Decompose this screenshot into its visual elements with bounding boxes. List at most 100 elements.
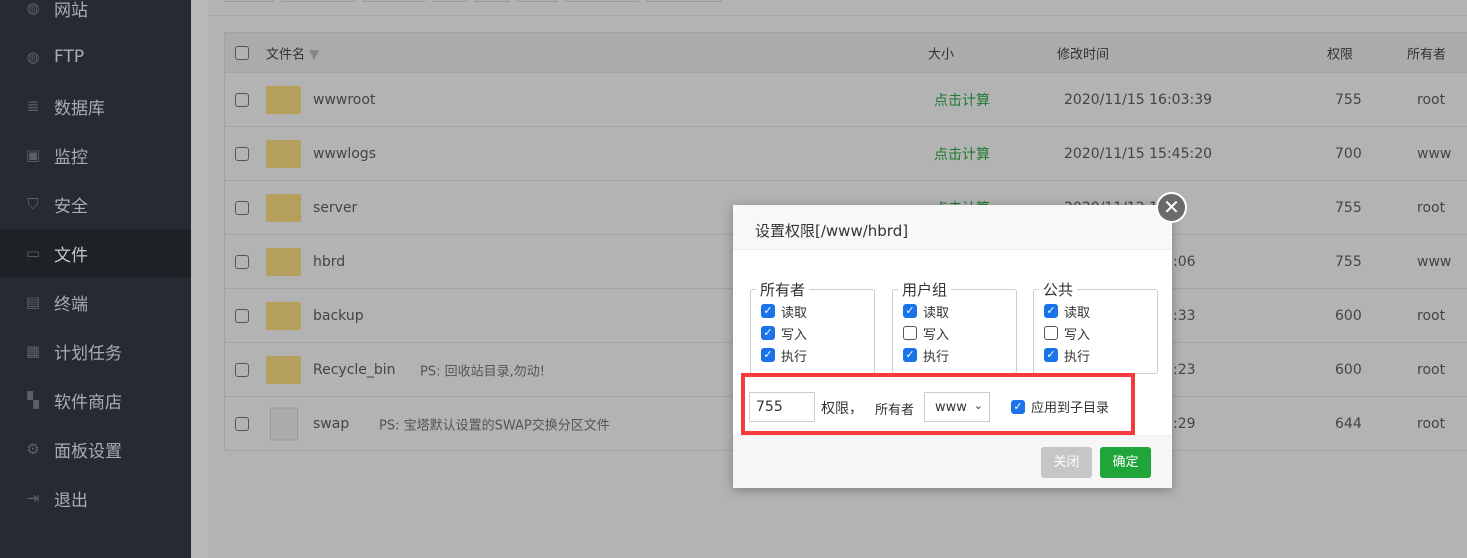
folder-icon bbox=[266, 139, 301, 168]
logout-icon: ⇥ bbox=[26, 489, 40, 507]
sidebar-item-9[interactable]: ⚙ 面板设置 bbox=[0, 425, 191, 473]
permission[interactable]: 600 bbox=[1335, 362, 1362, 378]
folder-icon bbox=[266, 193, 301, 222]
perm-exec[interactable]: ✓ 执行 bbox=[1044, 344, 1157, 366]
file-name[interactable]: backup bbox=[313, 308, 364, 324]
permission[interactable]: 600 bbox=[1335, 308, 1362, 324]
row-checkbox[interactable] bbox=[235, 92, 249, 107]
row-checkbox[interactable] bbox=[235, 362, 249, 377]
perm-read-checkbox[interactable]: ✓ bbox=[903, 304, 917, 318]
toolbar-button[interactable] bbox=[646, 0, 722, 2]
sidebar-item-0[interactable]: ◍ 网站 bbox=[0, 0, 191, 32]
owner-select[interactable]: www ⌄ bbox=[924, 392, 990, 422]
sidebar-item-label: 数据库 bbox=[54, 98, 105, 119]
permission-dialog: 设置权限[/www/hbrd] 所有者 ✓ 读取 ✓ 写入 ✓ 执行 用户组 ✓ 读取 写入 ✓ 执行公… bbox=[733, 205, 1172, 488]
perm-write-checkbox[interactable] bbox=[1044, 326, 1058, 340]
monitor-icon: ▣ bbox=[25, 146, 41, 164]
permission[interactable]: 755 bbox=[1335, 92, 1362, 108]
sidebar-item-10[interactable]: ⇥ 退出 bbox=[0, 474, 191, 522]
header-name[interactable]: 文件名 ▼ bbox=[266, 43, 319, 62]
perm-exec-checkbox[interactable]: ✓ bbox=[903, 348, 917, 362]
apply-subdir-toggle[interactable]: ✓ 应用到子目录 bbox=[1011, 397, 1109, 416]
perm-exec-label: 执行 bbox=[781, 349, 808, 365]
permission[interactable]: 755 bbox=[1335, 200, 1362, 216]
size-calc-link[interactable]: 点击计算 bbox=[934, 90, 990, 110]
row-checkbox[interactable] bbox=[235, 254, 249, 269]
toolbar-button[interactable] bbox=[432, 0, 468, 2]
toolbar-button[interactable] bbox=[564, 0, 639, 2]
permission[interactable]: 700 bbox=[1335, 146, 1362, 162]
close-icon[interactable]: ✕ bbox=[1156, 192, 1187, 223]
chevron-down-icon: ⌄ bbox=[973, 399, 983, 412]
row-checkbox[interactable] bbox=[235, 200, 249, 215]
sidebar-item-6[interactable]: ▤ 终端 bbox=[0, 278, 191, 326]
sidebar-item-3[interactable]: ▣ 监控 bbox=[0, 131, 191, 179]
folder-icon bbox=[266, 85, 301, 114]
close-button[interactable]: 关闭 bbox=[1041, 447, 1092, 478]
owner[interactable]: root bbox=[1417, 92, 1445, 108]
toolbar-button[interactable] bbox=[281, 0, 356, 2]
perm-read[interactable]: ✓ 读取 bbox=[761, 300, 874, 322]
toolbar-button[interactable] bbox=[363, 0, 425, 2]
header-perm[interactable]: 权限 bbox=[1327, 43, 1353, 62]
perm-exec-checkbox[interactable]: ✓ bbox=[1044, 348, 1058, 362]
owner[interactable]: root bbox=[1417, 416, 1445, 432]
perm-write-checkbox[interactable]: ✓ bbox=[761, 326, 775, 340]
row-checkbox[interactable] bbox=[235, 146, 249, 161]
confirm-button[interactable]: 确定 bbox=[1100, 447, 1151, 478]
file-name[interactable]: swap bbox=[313, 416, 349, 432]
header-size[interactable]: 大小 bbox=[928, 43, 954, 62]
file-name[interactable]: wwwlogs bbox=[313, 146, 376, 162]
perm-write-label: 写入 bbox=[923, 327, 950, 343]
perm-exec[interactable]: ✓ 执行 bbox=[903, 344, 1016, 366]
table-row[interactable]: wwwroot 点击计算 2020/11/15 16:03:39 755 root bbox=[225, 72, 1467, 126]
file-name[interactable]: hbrd bbox=[313, 254, 345, 270]
apply-subdir-checkbox[interactable]: ✓ bbox=[1011, 399, 1025, 414]
sidebar-item-label: 网站 bbox=[54, 0, 88, 21]
perm-write[interactable]: ✓ 写入 bbox=[761, 322, 874, 344]
row-checkbox[interactable] bbox=[235, 416, 249, 431]
select-all-checkbox[interactable] bbox=[235, 45, 249, 60]
sidebar-item-4[interactable]: ⛉ 安全 bbox=[0, 180, 191, 228]
permission[interactable]: 755 bbox=[1335, 254, 1362, 270]
owner[interactable]: www bbox=[1417, 146, 1451, 162]
table-header: 文件名 ▼ 大小 修改时间 权限 所有者 bbox=[225, 33, 1467, 72]
perm-write[interactable]: 写入 bbox=[903, 322, 1016, 344]
perm-read[interactable]: ✓ 读取 bbox=[903, 300, 1016, 322]
perm-read[interactable]: ✓ 读取 bbox=[1044, 300, 1157, 322]
owner[interactable]: root bbox=[1417, 362, 1445, 378]
table-row[interactable]: wwwlogs 点击计算 2020/11/15 15:45:20 700 www bbox=[225, 126, 1467, 180]
sidebar-item-5[interactable]: ▭ 文件 bbox=[0, 229, 191, 277]
perm-read-label: 读取 bbox=[923, 305, 950, 321]
owner-select-value: www bbox=[935, 400, 967, 415]
perm-exec-checkbox[interactable]: ✓ bbox=[761, 348, 775, 362]
file-name[interactable]: Recycle_bin bbox=[313, 362, 396, 378]
folder-icon bbox=[266, 301, 301, 330]
owner[interactable]: root bbox=[1417, 308, 1445, 324]
file-name[interactable]: server bbox=[313, 200, 357, 216]
header-name-label: 文件名 bbox=[266, 47, 306, 62]
toolbar-button[interactable] bbox=[474, 0, 510, 2]
perm-write-checkbox[interactable] bbox=[903, 326, 917, 340]
perm-exec[interactable]: ✓ 执行 bbox=[761, 344, 874, 366]
perm-read-checkbox[interactable]: ✓ bbox=[761, 304, 775, 318]
file-name[interactable]: wwwroot bbox=[313, 92, 375, 108]
sidebar-item-8[interactable]: ▚ 软件商店 bbox=[0, 376, 191, 424]
toolbar-button[interactable] bbox=[224, 0, 274, 2]
sidebar-item-7[interactable]: ▦ 计划任务 bbox=[0, 327, 191, 375]
row-checkbox[interactable] bbox=[235, 308, 249, 323]
owner[interactable]: root bbox=[1417, 200, 1445, 216]
header-owner[interactable]: 所有者 bbox=[1407, 43, 1446, 62]
sidebar-item-2[interactable]: ≣ 数据库 bbox=[0, 82, 191, 130]
perm-read-checkbox[interactable]: ✓ bbox=[1044, 304, 1058, 318]
sidebar-item-1[interactable]: ◍ FTP bbox=[0, 33, 191, 81]
sidebar-item-label: 安全 bbox=[54, 196, 88, 217]
toolbar-button[interactable] bbox=[516, 0, 558, 2]
owner[interactable]: www bbox=[1417, 254, 1451, 270]
sort-down-icon: ▼ bbox=[309, 47, 320, 62]
size-calc-link[interactable]: 点击计算 bbox=[934, 144, 990, 164]
perm-write[interactable]: 写入 bbox=[1044, 322, 1157, 344]
permission-input[interactable]: 755 bbox=[749, 392, 815, 422]
header-mtime[interactable]: 修改时间 bbox=[1057, 43, 1109, 62]
permission[interactable]: 644 bbox=[1335, 416, 1362, 432]
